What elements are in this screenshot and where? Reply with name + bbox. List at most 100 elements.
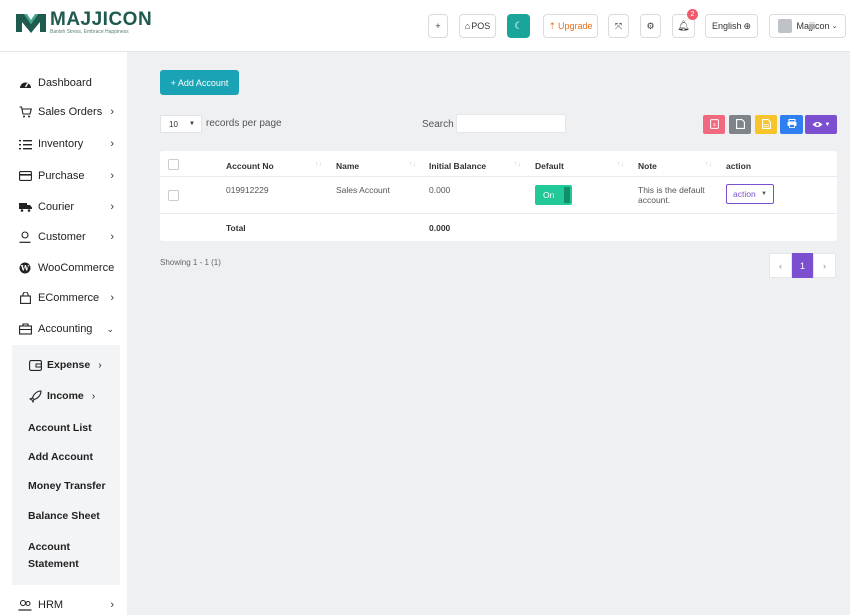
notifications-button[interactable]: 🔔︎ 2: [672, 9, 698, 38]
sidebar-item-label: Accounting: [38, 323, 93, 335]
list-icon: [18, 137, 32, 151]
column-header-label: Account No: [226, 161, 274, 171]
print-button[interactable]: [780, 115, 803, 134]
sidebar-item-label: HRM: [38, 599, 64, 611]
submenu-item-balance-sheet[interactable]: Balance Sheet: [28, 510, 118, 522]
clear-cache-button[interactable]: ⚙: [640, 14, 661, 38]
pagination-page-1[interactable]: 1: [792, 253, 813, 278]
column-header-label: Name: [336, 161, 360, 171]
file-icon: [735, 118, 745, 131]
select-all-checkbox[interactable]: [168, 159, 179, 170]
add-account-button[interactable]: + Add Account: [160, 70, 239, 95]
fullscreen-button[interactable]: ⤧: [608, 14, 629, 38]
column-header-action: action: [726, 161, 751, 171]
submenu-item-money-transfer[interactable]: Money Transfer: [28, 480, 118, 492]
chevron-right-icon: ›: [91, 390, 96, 402]
column-header-label: Default: [535, 161, 564, 171]
caret-down-icon: ▼: [824, 121, 831, 128]
sidebar-item-hrm[interactable]: HRM ›: [18, 595, 118, 615]
column-header-name[interactable]: Name: [336, 161, 359, 171]
submenu-item-expense[interactable]: Expense ›: [28, 358, 118, 372]
upgrade-label: Upgrade: [558, 21, 593, 31]
cell-name: Sales Account: [336, 185, 390, 195]
chevron-right-icon: ›: [98, 359, 102, 371]
search-input[interactable]: [456, 114, 566, 133]
quick-add-button[interactable]: +: [428, 14, 448, 38]
sidebar-item-purchase[interactable]: Purchase ›: [18, 166, 118, 186]
sidebar-item-label: WooCommerce: [38, 262, 115, 274]
sidebar-item-dashboard[interactable]: Dashboard: [18, 73, 118, 93]
chevron-down-icon: ⌄: [106, 323, 114, 334]
language-select[interactable]: English ⊕: [705, 14, 758, 38]
sidebar-item-accounting[interactable]: Accounting ⌄: [18, 319, 118, 339]
notification-badge: 2: [687, 9, 698, 20]
pdf-file-icon: ⍟: [709, 118, 719, 131]
pos-label: POS: [471, 21, 491, 31]
cell-note: This is the default account.: [638, 185, 705, 205]
sort-icon: ↑↓: [705, 161, 712, 168]
sidebar-item-inventory[interactable]: Inventory ›: [18, 134, 118, 154]
chevron-down-icon: ⌄: [831, 23, 838, 30]
column-header-account-no[interactable]: Account No: [226, 161, 274, 171]
cell-account-no: 019912229: [226, 185, 269, 195]
language-label: English: [711, 21, 742, 31]
upgrade-button[interactable]: ⇡ Upgrade: [543, 14, 598, 38]
plus-label: +: [435, 21, 441, 31]
submenu-item-label: Income: [47, 390, 84, 402]
logo-mark-icon: [16, 14, 46, 33]
sidebar-item-label: Inventory: [38, 138, 84, 150]
eye-icon: [812, 120, 823, 130]
row-checkbox[interactable]: [168, 190, 179, 201]
search-label: Search: [422, 119, 454, 130]
spreadsheet-icon: [761, 118, 771, 131]
column-header-label: Initial Balance: [429, 161, 487, 171]
row-action-dropdown[interactable]: action ▼: [726, 184, 774, 204]
sidebar-item-sales-orders[interactable]: Sales Orders ›: [18, 102, 118, 122]
truck-icon: [18, 200, 32, 214]
submenu-item-account-list[interactable]: Account List: [28, 422, 118, 434]
sidebar-item-courier[interactable]: Courier ›: [18, 197, 118, 217]
user-menu-button[interactable]: Majjicon ⌄: [769, 14, 846, 38]
upgrade-arrow-icon: ⇡: [548, 20, 556, 31]
divider: [160, 213, 837, 214]
sidebar-item-label: ECommerce: [38, 292, 100, 304]
column-header-default[interactable]: Default: [535, 161, 564, 171]
csv-export-button[interactable]: [729, 115, 751, 134]
sidebar-item-woocommerce[interactable]: W WooCommerce: [18, 258, 118, 278]
excel-export-button[interactable]: [755, 115, 777, 134]
theme-toggle-button[interactable]: ☾: [507, 14, 530, 38]
bag-icon: [18, 291, 32, 305]
submenu-item-add-account[interactable]: Add Account: [28, 451, 118, 463]
page-length-value: 10: [169, 119, 178, 129]
submenu-item-income[interactable]: Income ›: [28, 389, 118, 403]
user-name: Majjicon: [796, 21, 830, 31]
submenu-item-account-statement[interactable]: Account Statement: [28, 539, 88, 573]
globe-icon: ⊕: [743, 20, 752, 31]
sort-icon: ↑↓: [617, 161, 624, 168]
footer-total-balance: 0.000: [429, 223, 451, 233]
page-length-select[interactable]: 10 ▼: [160, 115, 202, 133]
pdf-export-button[interactable]: ⍟: [703, 115, 725, 134]
dashboard-icon: [18, 76, 32, 90]
sidebar-item-customer[interactable]: Customer ›: [18, 227, 118, 247]
default-toggle[interactable]: On: [535, 185, 572, 205]
wordpress-icon: W: [18, 261, 32, 275]
accounting-submenu: Expense › Income › Account List Add Acco…: [12, 345, 120, 585]
sort-icon: ↑↓: [409, 161, 416, 168]
column-visibility-button[interactable]: ▼: [805, 115, 837, 134]
cache-icon: ⚙: [646, 20, 655, 31]
sidebar-item-label: Sales Orders: [38, 106, 103, 118]
pos-button[interactable]: ⌂ POS: [459, 14, 496, 38]
cart-icon: [18, 105, 32, 119]
column-header-initial-balance[interactable]: Initial Balance: [429, 161, 486, 171]
chevron-right-icon: ›: [110, 138, 114, 150]
svg-text:W: W: [20, 264, 30, 273]
chevron-right-icon: ›: [110, 292, 114, 304]
sidebar-item-label: Purchase: [38, 170, 85, 182]
column-header-note[interactable]: Note: [638, 161, 657, 171]
pagination-next[interactable]: ›: [813, 253, 836, 278]
brand-logo[interactable]: MAJJICON Banish Stress, Embrace Happines…: [16, 10, 152, 35]
pagination-prev[interactable]: ‹: [769, 253, 792, 278]
sidebar-item-ecommerce[interactable]: ECommerce ›: [18, 288, 118, 308]
action-label: action: [733, 189, 756, 199]
